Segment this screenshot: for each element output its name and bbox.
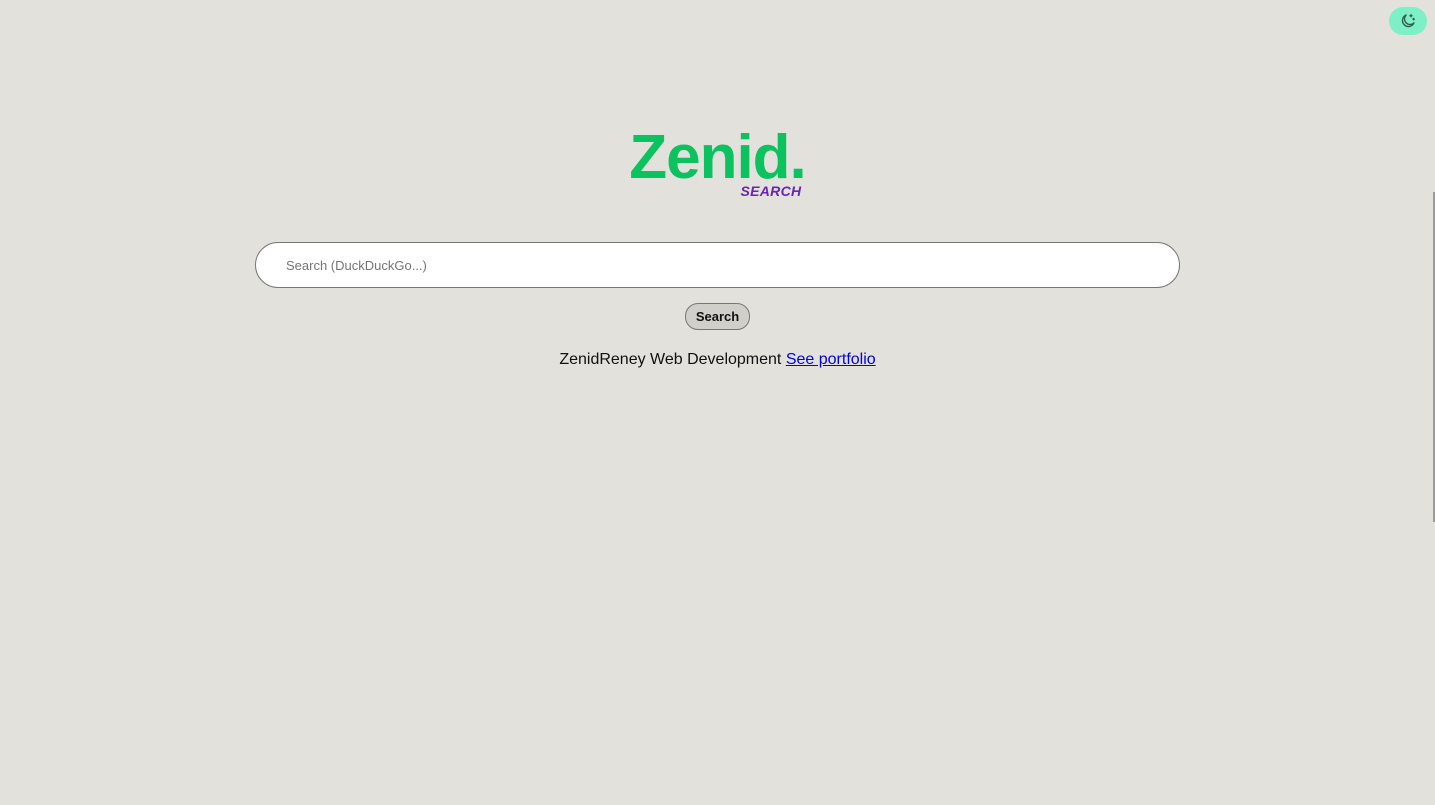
portfolio-link[interactable]: See portfolio [786, 351, 876, 368]
moon-stars-icon [1399, 12, 1417, 30]
footer-credit: ZenidReney Web Development See portfolio [0, 350, 1435, 369]
search-input[interactable] [255, 242, 1180, 288]
footer-credit-text: ZenidReney Web Development [559, 351, 782, 368]
page: Zenid. SEARCH Search ZenidReney Web Deve… [0, 0, 1435, 805]
logo: Zenid. SEARCH [0, 123, 1435, 207]
theme-toggle-button[interactable] [1389, 7, 1427, 35]
logo-subtitle: SEARCH [740, 183, 802, 199]
search-button[interactable]: Search [685, 303, 750, 330]
